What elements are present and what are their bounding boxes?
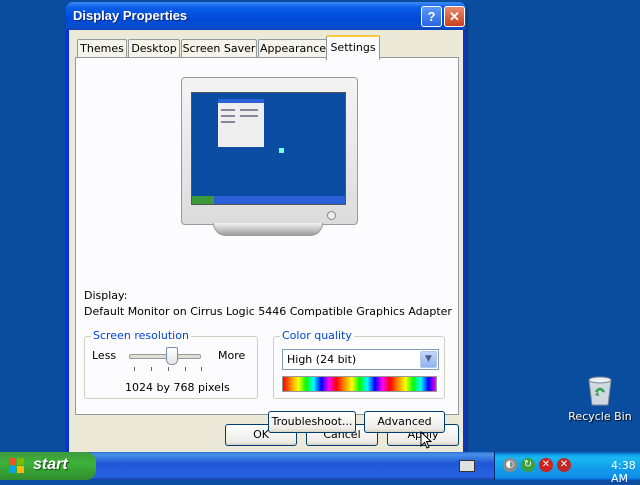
recycle-bin-shortcut[interactable]: Recycle Bin [566,374,634,423]
screen-resolution-group: Screen resolution Less More 1024 by 768 … [84,329,258,399]
chevron-down-icon[interactable]: ▼ [420,351,437,368]
more-label: More [218,349,246,362]
tab-desktop[interactable]: Desktop [128,39,180,58]
preview-recycle-icon [279,148,284,153]
clock[interactable]: 4:38 AM [611,459,640,485]
dialog-body: Themes Desktop Screen Saver Appearance S… [69,30,463,452]
keyboard-icon[interactable] [459,460,475,472]
preview-taskbar [192,196,345,204]
power-button-icon [327,211,336,220]
start-button[interactable]: start [0,452,96,480]
tab-themes[interactable]: Themes [77,39,127,58]
close-button[interactable]: ✕ [444,6,465,27]
color-quality-value: High (24 bit) [287,353,357,366]
network-icon[interactable]: ◐ [503,458,517,472]
monitor-screen [191,92,346,205]
tab-screen-saver[interactable]: Screen Saver [181,39,257,58]
recycle-bin-label: Recycle Bin [568,410,632,423]
start-label: start [33,456,68,473]
tab-settings[interactable]: Settings [326,35,380,60]
error-icon[interactable]: ✕ [539,458,553,472]
display-value: Default Monitor on Cirrus Logic 5446 Com… [84,305,452,318]
system-tray: ◐ ↻ ✕ ✕ 4:38 AM [494,452,640,485]
less-label: Less [92,349,117,362]
preview-start-button [192,196,214,204]
taskbar: start ◐ ↻ ✕ ✕ 4:38 AM [0,452,640,485]
color-quality-label: Color quality [280,329,354,342]
tab-appearance[interactable]: Appearance [258,39,328,58]
mouse-cursor-icon [420,430,433,452]
screen-resolution-label: Screen resolution [91,329,191,342]
update-icon[interactable]: ↻ [521,458,535,472]
recycle-bin-icon [585,374,615,406]
resolution-slider-thumb[interactable] [166,347,178,365]
settings-panel: Display: Default Monitor on Cirrus Logic… [75,57,459,433]
help-button[interactable]: ? [421,6,442,27]
color-quality-group: Color quality High (24 bit) ▼ [273,329,445,399]
title-bar[interactable]: Display Properties ? ✕ [66,2,466,30]
resolution-value: 1024 by 768 pixels [125,381,230,394]
display-label: Display: [84,289,128,302]
preview-window [218,99,264,147]
security-shield-icon[interactable]: ✕ [557,458,571,472]
advanced-button[interactable]: Advanced [364,411,445,433]
color-spectrum-bar [282,376,437,392]
troubleshoot-button[interactable]: Troubleshoot... [268,411,356,433]
resolution-slider-track[interactable] [129,354,201,359]
monitor-stand [213,223,323,236]
close-icon: ✕ [449,9,460,24]
color-quality-select[interactable]: High (24 bit) ▼ [282,349,439,370]
monitor-preview [181,77,358,225]
windows-logo-icon [9,458,25,474]
display-properties-window: Display Properties ? ✕ Themes Desktop Sc… [66,2,466,452]
help-icon: ? [427,9,436,24]
window-title: Display Properties [73,8,188,23]
